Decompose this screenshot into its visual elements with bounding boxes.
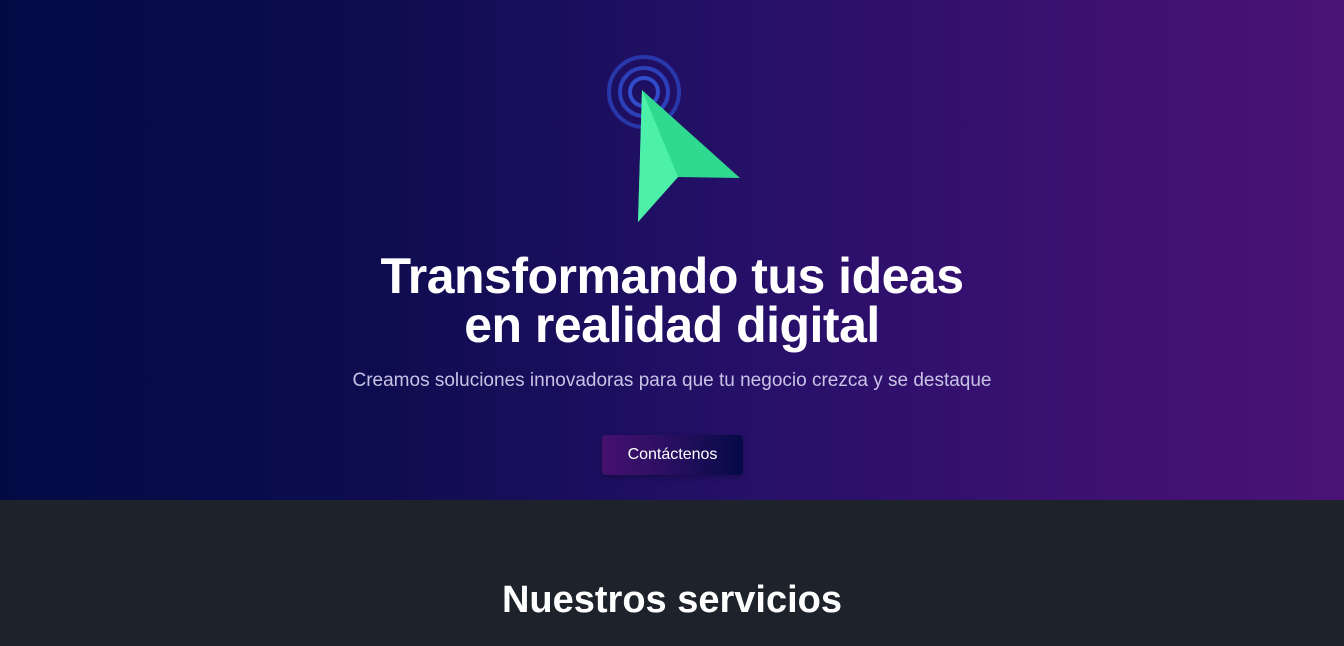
services-title: Nuestros servicios <box>501 579 843 621</box>
hero-title-line-2: en realidad digital <box>464 297 880 353</box>
hero-section: Transformando tus ideas en realidad digi… <box>0 0 1344 500</box>
cursor-click-icon <box>607 55 740 222</box>
services-section: Nuestros servicios <box>0 500 1344 646</box>
contact-button[interactable]: Contáctenos <box>602 435 743 475</box>
hero-title: Transformando tus ideas en realidad digi… <box>0 248 1344 353</box>
hero-subtitle: Creamos soluciones innovadoras para que … <box>352 370 992 391</box>
hero-title-line-1: Transformando tus ideas <box>380 248 964 304</box>
